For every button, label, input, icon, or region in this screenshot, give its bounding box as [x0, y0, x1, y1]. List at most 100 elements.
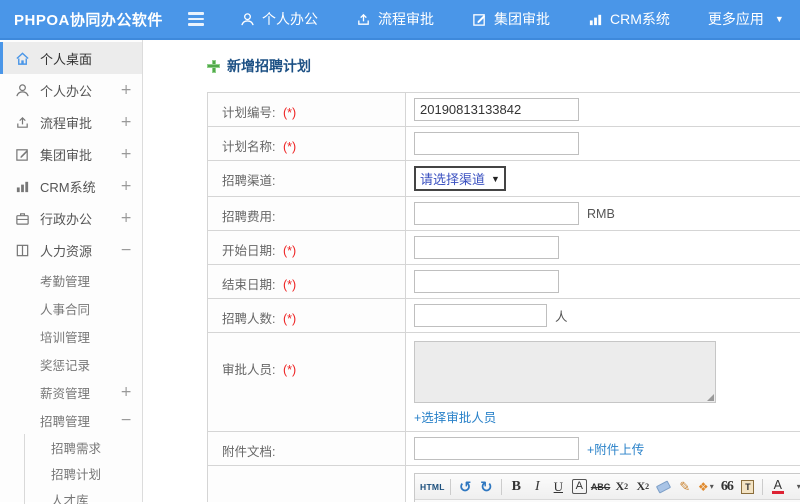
redo-icon[interactable]: ↻ [477, 477, 496, 497]
select-caret-icon: ▼ [491, 173, 500, 184]
recruit-cost-input[interactable] [414, 202, 579, 225]
sidebar-item-talent-pool[interactable]: 人才库 [25, 486, 142, 504]
briefcase-icon [15, 211, 32, 226]
chevron-down-icon[interactable]: ▾ [789, 477, 800, 497]
topnav-workflow-approval[interactable]: 流程审批 [356, 9, 434, 29]
topnav-crm-system[interactable]: CRM系统 [588, 9, 670, 29]
sidebar-item-salary-mgmt[interactable]: 薪资管理 + [0, 378, 142, 406]
bar-chart-icon [15, 179, 32, 194]
sidebar-item-workflow-approval[interactable]: 流程审批 + [0, 106, 142, 138]
collapse-minus-icon[interactable]: − [120, 412, 132, 428]
form-row-start-date: 开始日期: (*) [208, 231, 800, 265]
choose-approvers-link[interactable]: +选择审批人员 [414, 407, 496, 426]
approvers-textarea[interactable] [414, 341, 716, 403]
expand-plus-icon[interactable]: + [120, 146, 132, 162]
form-row-end-date: 结束日期: (*) [208, 265, 800, 299]
eraser-icon[interactable] [654, 477, 673, 497]
required-marker: (*) [282, 244, 297, 258]
bold-button[interactable]: B [507, 477, 526, 497]
font-color-button[interactable]: A [768, 477, 787, 497]
edit-icon [472, 12, 487, 27]
channel-select[interactable]: 请选择渠道 ▼ [414, 166, 506, 191]
strikethrough-button[interactable]: ABC [591, 477, 611, 497]
html-source-button[interactable]: HTML [420, 477, 445, 497]
headcount-input[interactable] [414, 304, 547, 327]
top-bar: PHPOA协同办公软件 个人办公 流程审批 集团审批 CRM系统 更多应用 ▼ [0, 0, 800, 40]
form-row-attachment: 附件文档: +附件上传 [208, 432, 800, 466]
expand-plus-icon[interactable]: + [120, 82, 132, 98]
form-row-plan-number: 计划编号: (*) [208, 93, 800, 127]
flow-icon [356, 12, 371, 27]
book-icon [15, 243, 32, 258]
main-content: 新增招聘计划 计划编号: (*) 计划名称: (*) [143, 40, 800, 502]
expand-plus-icon[interactable]: + [120, 114, 132, 130]
expand-plus-icon[interactable]: + [120, 178, 132, 194]
sidebar-item-personal-office[interactable]: 个人办公 + [0, 74, 142, 106]
top-nav: 个人办公 流程审批 集团审批 CRM系统 更多应用 ▼ [240, 9, 784, 29]
app-logo: PHPOA协同办公软件 [14, 11, 163, 29]
sidebar-item-human-resources[interactable]: 人力资源 − [0, 234, 142, 266]
italic-button[interactable]: I [528, 477, 547, 497]
chevron-down-icon: ▼ [774, 14, 784, 24]
form-row-approvers: 审批人员: (*) +选择审批人员 [208, 333, 800, 432]
sidebar-item-personal-desktop[interactable]: 个人桌面 [0, 42, 142, 74]
sidebar: 个人桌面 个人办公 + 流程审批 + 集团审批 + CRM系统 + 行政办公 +… [0, 40, 143, 504]
paste-icon[interactable]: T [738, 477, 757, 497]
richtext-editor: HTML ↺ ↻ B I U A ABC X2 X2 ✎ ❖ ▾ 66 T A [414, 473, 800, 502]
sidebar-item-hr-contract[interactable]: 人事合同 [0, 294, 142, 322]
sidebar-subgroup-recruit: 招聘需求 招聘计划 人才库 [24, 434, 142, 504]
user-icon [240, 12, 255, 27]
home-icon [15, 51, 32, 66]
superscript-button[interactable]: X2 [612, 477, 631, 497]
sidebar-item-crm-system[interactable]: CRM系统 + [0, 170, 142, 202]
expand-plus-icon[interactable]: + [120, 210, 132, 226]
bar-chart-icon [588, 12, 603, 27]
topnav-personal-office[interactable]: 个人办公 [240, 9, 318, 29]
form-row-headcount: 招聘人数: (*) 人 [208, 299, 800, 333]
green-plus-icon [207, 59, 220, 73]
form-row-plan-name: 计划名称: (*) [208, 127, 800, 161]
form-row-recruit-channel: 招聘渠道: 请选择渠道 ▼ [208, 161, 800, 197]
topnav-more-apps[interactable]: 更多应用 ▼ [708, 9, 784, 29]
sidebar-item-recruit-mgmt[interactable]: 招聘管理 − [0, 406, 142, 434]
subscript-button[interactable]: X2 [633, 477, 652, 497]
chevron-down-icon: ▾ [709, 482, 714, 491]
plan-name-input[interactable] [414, 132, 579, 155]
required-marker: (*) [282, 140, 297, 154]
required-marker: (*) [282, 312, 297, 326]
form-row-editor: HTML ↺ ↻ B I U A ABC X2 X2 ✎ ❖ ▾ 66 T A [208, 466, 800, 502]
blockquote-button[interactable]: 66 [717, 477, 736, 497]
hamburger-menu-icon[interactable] [186, 12, 206, 26]
user-icon [15, 83, 32, 98]
edit-icon [15, 147, 32, 162]
editor-toolbar-row2: 自定义标题 ▾ 段落格式 ▾ 字体 ▾ [415, 500, 800, 502]
sidebar-item-recruit-demand[interactable]: 招聘需求 [25, 434, 142, 460]
collapse-minus-icon[interactable]: − [120, 242, 132, 258]
end-date-input[interactable] [414, 270, 559, 293]
currency-suffix: RMB [587, 206, 615, 221]
plan-number-input[interactable] [414, 98, 579, 121]
sidebar-item-admin-office[interactable]: 行政办公 + [0, 202, 142, 234]
sidebar-item-group-approval[interactable]: 集团审批 + [0, 138, 142, 170]
required-marker: (*) [282, 106, 297, 120]
undo-icon[interactable]: ↺ [456, 477, 475, 497]
color-effects-icon[interactable]: ❖ ▾ [696, 477, 715, 497]
format-painter-icon[interactable]: ✎ [675, 477, 694, 497]
sidebar-item-training-mgmt[interactable]: 培训管理 [0, 322, 142, 350]
attachment-upload-link[interactable]: +附件上传 [587, 439, 644, 458]
flow-icon [15, 115, 32, 130]
start-date-input[interactable] [414, 236, 559, 259]
underline-button[interactable]: U [549, 477, 568, 497]
sidebar-item-reward-records[interactable]: 奖惩记录 [0, 350, 142, 378]
form-row-recruit-cost: 招聘费用: RMB [208, 197, 800, 231]
attachment-input[interactable] [414, 437, 579, 460]
person-suffix: 人 [555, 310, 568, 324]
required-marker: (*) [282, 278, 297, 292]
sidebar-item-attendance-mgmt[interactable]: 考勤管理 [0, 266, 142, 294]
sidebar-item-recruit-plan[interactable]: 招聘计划 [25, 460, 142, 486]
topnav-group-approval[interactable]: 集团审批 [472, 9, 550, 29]
editor-toolbar-row1: HTML ↺ ↻ B I U A ABC X2 X2 ✎ ❖ ▾ 66 T A [415, 474, 800, 500]
expand-plus-icon[interactable]: + [120, 384, 132, 400]
autotypeset-button[interactable]: A [571, 479, 587, 494]
page-title: 新增招聘计划 [207, 56, 800, 76]
